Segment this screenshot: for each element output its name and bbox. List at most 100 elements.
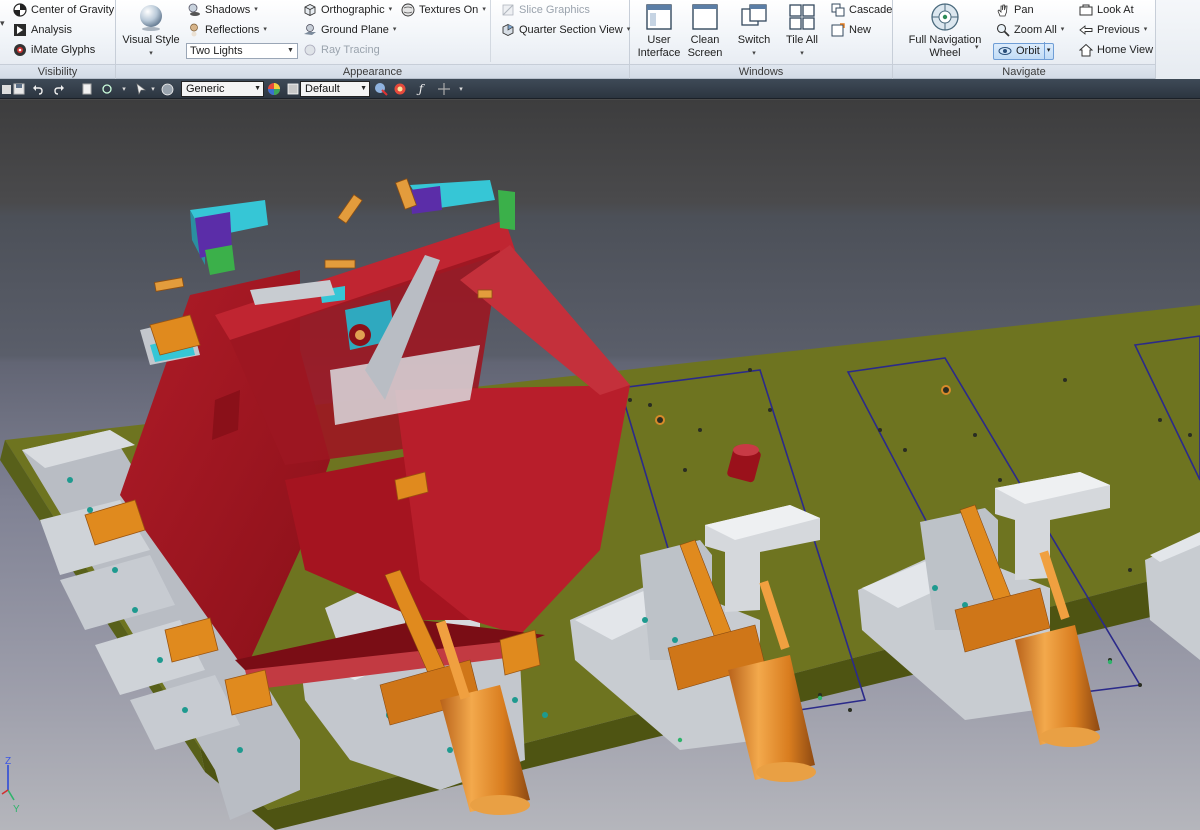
tile-all-icon bbox=[787, 2, 817, 32]
windows-panel: User Interface Clean Screen Switch ▾ Til… bbox=[630, 0, 893, 79]
appearance-divider bbox=[490, 0, 491, 62]
quarter-section-view-button[interactable]: Quarter Section View ▾ bbox=[500, 21, 630, 39]
redo-icon[interactable] bbox=[52, 82, 66, 96]
pan-button[interactable]: Pan bbox=[995, 1, 1034, 19]
visibility-panel: Center of Gravity Analysis iMate Glyphs … bbox=[0, 0, 116, 79]
cascade-icon bbox=[830, 3, 845, 18]
zoom-all-button[interactable]: Zoom All ▾ bbox=[995, 21, 1064, 39]
center-of-gravity-icon bbox=[12, 3, 27, 18]
axis-y-label: Y bbox=[13, 804, 20, 815]
center-of-gravity-button[interactable]: Center of Gravity bbox=[12, 1, 114, 19]
home-view-button[interactable]: Home View bbox=[1078, 41, 1153, 59]
look-at-button[interactable]: Look At bbox=[1078, 1, 1134, 19]
imate-glyphs-label: iMate Glyphs bbox=[31, 44, 96, 56]
imate-glyphs-icon bbox=[12, 43, 27, 58]
appearance-swatch-icon bbox=[286, 82, 300, 96]
update-icon[interactable] bbox=[100, 82, 114, 96]
orthographic-button[interactable]: Orthographic ▾ bbox=[302, 1, 392, 19]
ray-tracing-label: Ray Tracing bbox=[321, 44, 380, 56]
navigation-wheel-icon bbox=[930, 2, 960, 32]
panel-left-arrow-icon: ▾ bbox=[0, 18, 5, 28]
orbit-chevron-icon: ▾ bbox=[1043, 42, 1050, 60]
undo-icon[interactable] bbox=[31, 82, 45, 96]
color-wheel-icon[interactable] bbox=[267, 82, 281, 96]
tile-all-label: Tile All bbox=[786, 34, 818, 46]
full-navigation-wheel-button[interactable]: Full Navigation Wheel bbox=[899, 2, 991, 60]
user-interface-label-2: Interface bbox=[637, 47, 681, 59]
previous-view-button[interactable]: Previous ▾ bbox=[1078, 21, 1147, 39]
home-icon bbox=[1078, 43, 1093, 58]
slice-graphics-button[interactable]: Slice Graphics bbox=[500, 1, 590, 19]
shadows-icon bbox=[186, 3, 201, 18]
textures-on-label: Textures On bbox=[419, 4, 479, 16]
material-value: Generic bbox=[186, 83, 225, 95]
ground-plane-label: Ground Plane bbox=[321, 24, 389, 36]
quarter-section-view-label: Quarter Section View bbox=[519, 24, 623, 36]
adjust-appearance-icon[interactable] bbox=[393, 82, 407, 96]
chevron-down-icon: ▼ bbox=[360, 85, 367, 92]
clean-screen-label-1: Clean bbox=[690, 34, 720, 46]
slice-graphics-label: Slice Graphics bbox=[519, 4, 590, 16]
shadows-label: Shadows bbox=[205, 4, 251, 16]
user-interface-button[interactable]: User Interface bbox=[636, 2, 682, 60]
cascade-button[interactable]: Cascade bbox=[830, 1, 892, 19]
navigate-panel: Full Navigation Wheel ▾ Pan Zoom All ▾ Or… bbox=[893, 0, 1156, 79]
navigate-panel-title: Navigate bbox=[893, 64, 1155, 78]
clear-appearance-icon[interactable] bbox=[374, 82, 388, 96]
appearance-select[interactable]: Default ▼ bbox=[300, 81, 370, 97]
clean-screen-button[interactable]: Clean Screen bbox=[684, 2, 726, 60]
material-select[interactable]: Generic ▼ bbox=[181, 81, 264, 97]
zoom-icon bbox=[995, 23, 1010, 38]
save-icon[interactable] bbox=[12, 82, 26, 96]
orbit-button[interactable]: Orbit ▾ bbox=[993, 42, 1055, 60]
pan-hand-icon bbox=[995, 3, 1010, 18]
chevron-down-icon: ▼ bbox=[287, 47, 294, 54]
new-window-button[interactable]: New bbox=[830, 21, 871, 39]
qat-chevron-icon[interactable]: ▾ bbox=[117, 82, 131, 96]
select-chevron-icon[interactable]: ▾ bbox=[146, 82, 160, 96]
zoom-all-label: Zoom All bbox=[1014, 24, 1057, 36]
tile-all-button[interactable]: Tile All ▾ bbox=[780, 2, 824, 60]
imate-glyphs-button[interactable]: iMate Glyphs bbox=[12, 41, 95, 59]
material-sphere-icon bbox=[160, 82, 174, 96]
home-view-label: Home View bbox=[1097, 44, 1154, 56]
ray-tracing-button[interactable]: Ray Tracing bbox=[302, 41, 380, 59]
reflections-label: Reflections bbox=[205, 24, 260, 36]
orbit-label: Orbit bbox=[1016, 45, 1040, 57]
customize-chevron-icon[interactable]: ▾ bbox=[454, 82, 468, 96]
textures-icon bbox=[400, 3, 415, 18]
function-icon[interactable]: ƒ bbox=[414, 82, 428, 96]
new-window-label: New bbox=[849, 24, 872, 36]
windows-panel-title: Windows bbox=[630, 64, 892, 78]
shadows-button[interactable]: Shadows ▾ bbox=[186, 1, 258, 19]
orthographic-label: Orthographic bbox=[321, 4, 385, 16]
user-interface-label-1: User bbox=[647, 34, 671, 46]
orthographic-icon bbox=[302, 3, 317, 18]
switch-label: Switch bbox=[737, 34, 771, 46]
analysis-button[interactable]: Analysis bbox=[12, 21, 72, 39]
reflections-button[interactable]: Reflections ▾ bbox=[186, 21, 267, 39]
lighting-style-value: Two Lights bbox=[190, 45, 243, 57]
ground-plane-button[interactable]: Ground Plane ▾ bbox=[302, 21, 396, 39]
crosshair-icon[interactable] bbox=[437, 82, 451, 96]
appearance-panel: Visual Style ▾ Shadows ▾ Reflections ▾ Two… bbox=[116, 0, 630, 79]
analysis-icon bbox=[12, 23, 27, 38]
navigation-wheel-chevron-icon: ▾ bbox=[975, 44, 979, 51]
center-of-gravity-label: Center of Gravity bbox=[31, 4, 115, 16]
quarter-section-icon bbox=[500, 23, 515, 38]
lighting-style-select[interactable]: Two Lights ▼ bbox=[186, 43, 298, 59]
user-interface-icon bbox=[644, 2, 674, 32]
chevron-down-icon: ▼ bbox=[254, 85, 261, 92]
switch-icon bbox=[739, 2, 769, 32]
slice-graphics-icon bbox=[500, 3, 515, 18]
visual-style-button[interactable]: Visual Style ▾ bbox=[122, 2, 180, 60]
axis-z-label: Z bbox=[5, 756, 11, 767]
textures-on-button[interactable]: Textures On ▾ bbox=[400, 1, 486, 19]
reflections-icon bbox=[186, 23, 201, 38]
switch-button[interactable]: Switch ▾ bbox=[732, 2, 776, 60]
orbit-selected: Orbit ▾ bbox=[993, 42, 1055, 60]
graphics-viewport[interactable]: Z Y bbox=[0, 100, 1200, 830]
document-icon[interactable] bbox=[80, 82, 94, 96]
pan-label: Pan bbox=[1014, 4, 1034, 16]
analysis-label: Analysis bbox=[31, 24, 72, 36]
